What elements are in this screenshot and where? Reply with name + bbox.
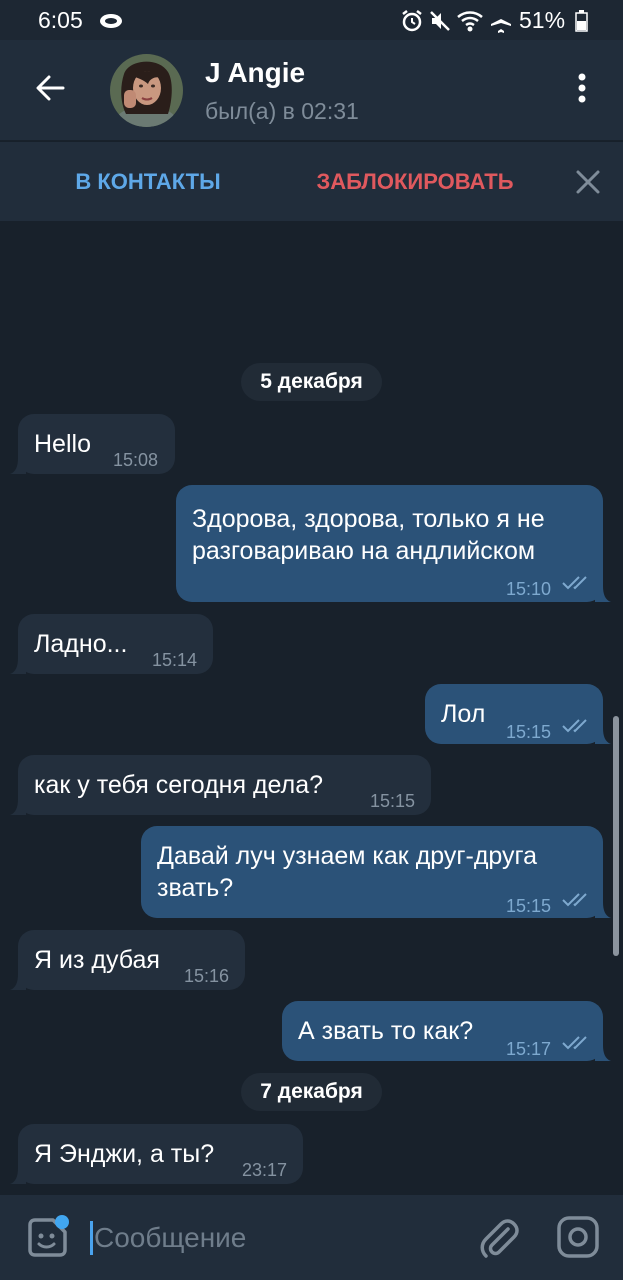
message-incoming[interactable]: Ладно... 15:14 xyxy=(10,614,213,674)
message-time: 15:15 xyxy=(370,791,416,811)
new-stickers-badge xyxy=(55,1215,69,1229)
bubble-tail xyxy=(595,586,611,602)
message-time: 15:15 xyxy=(506,896,552,916)
message-text: разговариваю на андлийском xyxy=(192,537,536,565)
message-outgoing[interactable]: Лол 15:15 xyxy=(425,684,611,744)
bubble-tail xyxy=(10,799,26,815)
read-checkmarks-icon xyxy=(562,576,587,590)
back-button[interactable] xyxy=(22,62,78,118)
bubble-tail xyxy=(10,1168,26,1184)
message-incoming[interactable]: Я Энджи, а ты? 23:17 xyxy=(10,1124,303,1184)
status-bar: 6:05 51% xyxy=(0,0,623,40)
date-separator: 5 декабря xyxy=(241,363,382,401)
chat-header: J Angie был(а) в 02:31 xyxy=(0,40,623,140)
message-time: 23:17 xyxy=(242,1160,288,1180)
message-list[interactable]: 5 декабря Hello 15:08 Здорова, здорова, … xyxy=(0,221,623,1195)
more-menu-button[interactable] xyxy=(560,62,604,118)
message-outgoing[interactable]: Давай луч узнаем как друг-друга звать? 1… xyxy=(141,826,611,918)
block-user-button[interactable]: ЗАБЛОКИРОВАТЬ xyxy=(265,142,565,222)
message-text: Ладно... xyxy=(34,630,128,658)
message-incoming[interactable]: как у тебя сегодня дела? 15:15 xyxy=(10,755,431,815)
date-separator: 7 декабря xyxy=(241,1073,382,1111)
battery-percent: 51% xyxy=(519,7,566,33)
add-contact-button[interactable]: В КОНТАКТЫ xyxy=(0,142,296,222)
message-incoming[interactable]: Hello 15:08 xyxy=(10,414,175,474)
message-text: Я из дубая xyxy=(34,946,160,974)
bubble-tail xyxy=(595,902,611,918)
message-text: как у тебя сегодня дела? xyxy=(34,771,324,799)
sticker-icon xyxy=(24,1218,70,1265)
contact-action-bar: В КОНТАКТЫ ЗАБЛОКИРОВАТЬ xyxy=(0,141,623,221)
chat-scrollbar[interactable] xyxy=(613,716,619,956)
bubble-tail xyxy=(10,458,26,474)
bubble-tail xyxy=(595,728,611,744)
battery-icon xyxy=(575,10,588,37)
back-arrow-icon xyxy=(35,75,65,106)
message-time: 15:14 xyxy=(152,650,198,670)
message-composer xyxy=(0,1195,623,1280)
cloud-icon xyxy=(98,11,124,34)
mute-icon xyxy=(428,9,452,38)
status-time: 6:05 xyxy=(38,7,83,33)
message-text: Hello xyxy=(34,430,91,458)
text-cursor xyxy=(90,1221,93,1255)
message-input[interactable] xyxy=(90,1213,470,1263)
message-text: Я Энджи, а ты? xyxy=(34,1140,215,1168)
message-time: 15:10 xyxy=(506,579,552,599)
attach-icon xyxy=(474,1219,524,1267)
message-text: Здорова, здорова, только я не xyxy=(192,505,545,533)
read-checkmarks-icon xyxy=(562,893,587,907)
read-checkmarks-icon xyxy=(562,1036,587,1050)
message-outgoing[interactable]: А звать то как? 15:17 xyxy=(282,1001,611,1061)
message-text: Давай луч узнаем как друг-друга xyxy=(157,842,538,870)
wifi-icon xyxy=(456,9,484,38)
camera-button[interactable] xyxy=(554,1213,602,1261)
message-time: 15:16 xyxy=(184,966,230,986)
message-time: 15:17 xyxy=(506,1039,552,1059)
bubble-tail xyxy=(595,1045,611,1061)
message-text: звать? xyxy=(157,874,234,902)
message-text: А звать то как? xyxy=(298,1017,474,1045)
attach-button[interactable] xyxy=(474,1213,524,1263)
more-vertical-icon xyxy=(577,73,587,108)
alarm-icon xyxy=(400,9,424,38)
airplane-icon xyxy=(488,9,514,38)
close-icon[interactable] xyxy=(572,166,604,203)
message-incoming[interactable]: Я из дубая 15:16 xyxy=(10,930,245,990)
avatar[interactable] xyxy=(110,54,183,127)
chat-title: J Angie xyxy=(205,57,306,88)
message-time: 15:08 xyxy=(113,450,159,470)
message-text: Лол xyxy=(441,700,486,728)
message-outgoing[interactable]: Здорова, здорова, только я не разговарив… xyxy=(176,485,611,602)
bubble-tail xyxy=(10,658,26,674)
bubble-tail xyxy=(10,974,26,990)
read-checkmarks-icon xyxy=(562,719,587,733)
last-seen-status: был(а) в 02:31 xyxy=(205,98,359,124)
camera-icon xyxy=(554,1216,602,1265)
message-time: 15:15 xyxy=(506,722,552,742)
